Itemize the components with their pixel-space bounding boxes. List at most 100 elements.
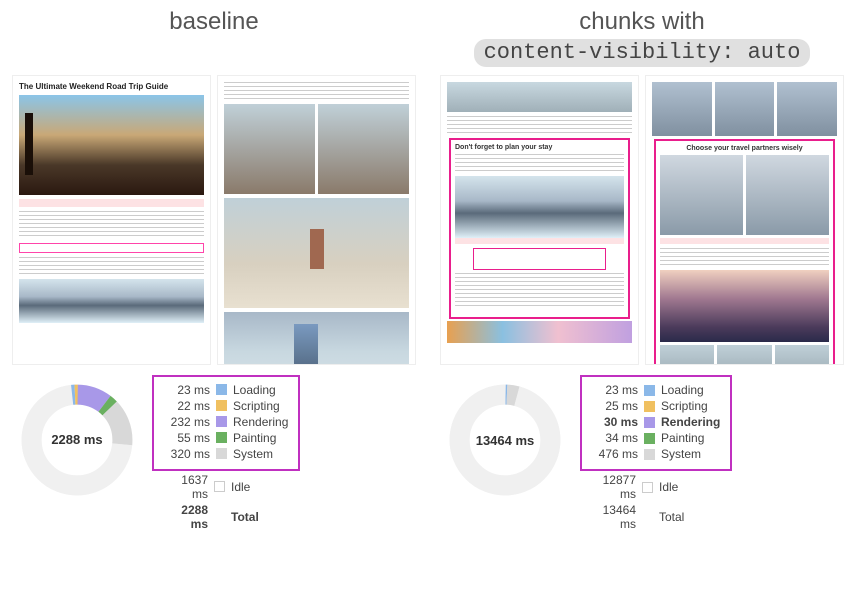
legend-swatch — [216, 432, 227, 443]
cv-auto-column: chunks with content-visibility: auto Don… — [428, 0, 856, 543]
legend-row: 34 ms Painting — [592, 431, 720, 445]
content-chunk: Choose your travel partners wisely — [654, 139, 835, 365]
legend-row: 22 ms Scripting — [164, 399, 288, 413]
article-title: The Ultimate Weekend Road Trip Guide — [19, 82, 204, 91]
caption-bar — [660, 238, 829, 244]
body-text — [19, 257, 204, 275]
image-grid — [660, 345, 829, 365]
legend-row: 2288 ms Total — [162, 503, 290, 531]
cv-auto-preview-2: Choose your travel partners wisely — [645, 75, 844, 365]
sunset-image — [660, 270, 829, 342]
legend-label: Loading — [233, 383, 276, 397]
cv-auto-totals: 12877 ms Idle 13464 ms Total — [580, 471, 732, 535]
body-text — [455, 154, 624, 172]
legend-ms: 55 ms — [164, 431, 210, 445]
person-image — [224, 312, 409, 365]
body-text — [224, 82, 409, 100]
legend-label: Loading — [661, 383, 704, 397]
baseline-legend: 23 ms Loading 22 ms Scripting 232 ms Renderin… — [152, 375, 300, 471]
code-pill: content-visibility: auto — [474, 39, 811, 67]
legend-row: 320 ms System — [164, 447, 288, 461]
legend-swatch — [642, 482, 653, 493]
baseline-donut: 2288 ms — [12, 375, 142, 505]
baseline-column: baseline The Ultimate Weekend Road Trip … — [0, 0, 428, 543]
legend-swatch — [642, 512, 653, 523]
legend-row: 1637 ms Idle — [162, 473, 290, 501]
body-text — [447, 116, 632, 134]
cv-auto-header: chunks with content-visibility: auto — [440, 8, 844, 67]
cv-auto-metrics: 13464 ms 23 ms Loading 25 ms Scripting 30 ms… — [440, 375, 844, 535]
baseline-header: baseline — [12, 8, 416, 37]
legend-ms: 30 ms — [592, 415, 638, 429]
legend-row: 55 ms Painting — [164, 431, 288, 445]
top-image — [447, 82, 632, 112]
legend-ms: 232 ms — [164, 415, 210, 429]
legend-swatch — [216, 448, 227, 459]
legend-swatch — [216, 384, 227, 395]
body-text — [660, 248, 829, 266]
legend-label: Painting — [233, 431, 276, 445]
body-text — [19, 211, 204, 239]
legend-label: Idle — [231, 480, 250, 494]
legend-ms: 2288 ms — [162, 503, 208, 531]
legend-swatch — [644, 401, 655, 412]
legend-swatch — [216, 400, 227, 411]
beach-image — [224, 198, 409, 308]
legend-ms: 25 ms — [592, 399, 638, 413]
legend-label: System — [661, 447, 701, 461]
hero-image — [19, 95, 204, 195]
legend-swatch — [644, 433, 655, 444]
quote-box — [473, 248, 606, 270]
legend-label: Painting — [661, 431, 704, 445]
baseline-previews: The Ultimate Weekend Road Trip Guide — [12, 75, 416, 365]
legend-ms: 13464 ms — [590, 503, 636, 531]
legend-label: Rendering — [661, 415, 720, 429]
legend-swatch — [644, 417, 655, 428]
outline-box — [19, 243, 204, 253]
legend-ms: 320 ms — [164, 447, 210, 461]
legend-label: System — [233, 447, 273, 461]
legend-swatch — [216, 416, 227, 427]
comparison-container: baseline The Ultimate Weekend Road Trip … — [0, 0, 856, 543]
baseline-totals: 1637 ms Idle 2288 ms Total — [152, 471, 300, 535]
legend-label: Rendering — [233, 415, 288, 429]
legend-ms: 476 ms — [592, 447, 638, 461]
image-grid — [224, 104, 409, 194]
legend-ms: 1637 ms — [162, 473, 208, 501]
donut-center-value: 13464 ms — [476, 433, 535, 448]
legend-swatch — [214, 511, 225, 522]
mountain-image — [19, 279, 204, 323]
legend-row: 23 ms Loading — [164, 383, 288, 397]
legend-ms: 23 ms — [592, 383, 638, 397]
legend-label: Total — [231, 510, 259, 524]
cv-auto-donut: 13464 ms — [440, 375, 570, 505]
content-chunk: Don't forget to plan your stay — [449, 138, 630, 319]
legend-swatch — [644, 385, 655, 396]
legend-label: Total — [659, 510, 684, 524]
donut-center-value: 2288 ms — [51, 432, 102, 447]
legend-row: 12877 ms Idle — [590, 473, 722, 501]
legend-row: 13464 ms Total — [590, 503, 722, 531]
legend-row: 30 ms Rendering — [592, 415, 720, 429]
legend-label: Scripting — [661, 399, 708, 413]
cv-auto-legend: 23 ms Loading 25 ms Scripting 30 ms Rendering… — [580, 375, 732, 471]
mountain-image — [455, 176, 624, 238]
colorful-street-image — [447, 321, 632, 343]
baseline-preview-1: The Ultimate Weekend Road Trip Guide — [12, 75, 211, 365]
image-grid — [652, 82, 837, 136]
legend-ms: 34 ms — [592, 431, 638, 445]
legend-label: Idle — [659, 480, 678, 494]
cv-auto-preview-1: Don't forget to plan your stay — [440, 75, 639, 365]
legend-row: 232 ms Rendering — [164, 415, 288, 429]
body-text — [455, 273, 624, 309]
legend-ms: 12877 ms — [590, 473, 636, 501]
legend-ms: 23 ms — [164, 383, 210, 397]
baseline-preview-2 — [217, 75, 416, 365]
legend-ms: 22 ms — [164, 399, 210, 413]
legend-row: 25 ms Scripting — [592, 399, 720, 413]
legend-label: Scripting — [233, 399, 280, 413]
legend-row: 476 ms System — [592, 447, 720, 461]
legend-swatch — [644, 449, 655, 460]
legend-row: 23 ms Loading — [592, 383, 720, 397]
caption-bar — [455, 238, 624, 244]
